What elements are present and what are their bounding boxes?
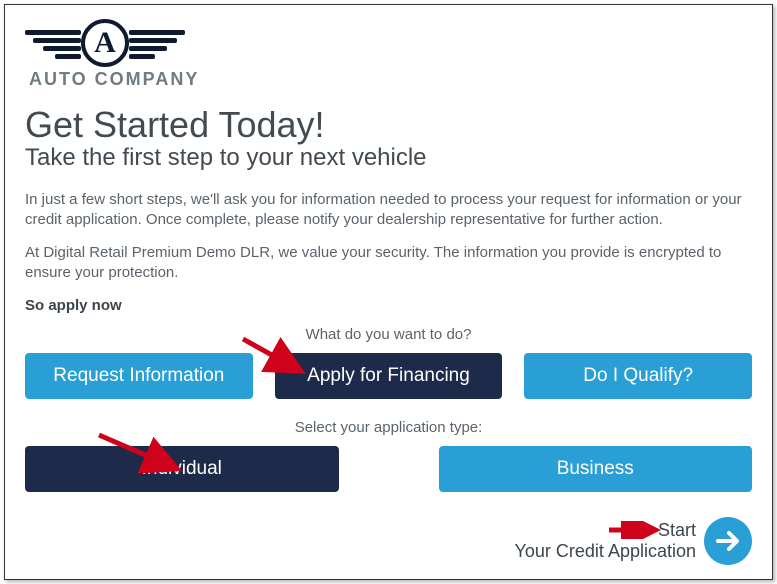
apply-for-financing-button[interactable]: Apply for Financing (275, 353, 503, 399)
request-information-button[interactable]: Request Information (25, 353, 253, 399)
intro-paragraph-1: In just a few short steps, we'll ask you… (25, 190, 752, 231)
page-subtitle: Take the first step to your next vehicle (25, 144, 752, 172)
start-line-2: Your Credit Application (515, 541, 696, 562)
prompt-action: What do you want to do? (25, 326, 752, 343)
prompt-app-type: Select your application type: (25, 419, 752, 436)
logo: A (25, 19, 752, 67)
so-apply-now-label: So apply now (25, 297, 752, 314)
start-application-label: Start Your Credit Application (515, 520, 696, 561)
logo-letter: A (81, 19, 129, 67)
intro-paragraph-2: At Digital Retail Premium Demo DLR, we v… (25, 243, 752, 284)
start-application[interactable]: Start Your Credit Application (515, 517, 752, 565)
page-title: Get Started Today! (25, 104, 752, 146)
arrow-right-icon (714, 527, 742, 555)
right-wing-icon (125, 26, 185, 60)
do-i-qualify-button[interactable]: Do I Qualify? (524, 353, 752, 399)
left-wing-icon (25, 26, 85, 60)
start-line-1: Start (515, 520, 696, 541)
company-name: AUTO COMPANY (29, 69, 752, 90)
start-arrow-button[interactable] (704, 517, 752, 565)
business-button[interactable]: Business (439, 446, 753, 492)
individual-button[interactable]: Individual (25, 446, 339, 492)
